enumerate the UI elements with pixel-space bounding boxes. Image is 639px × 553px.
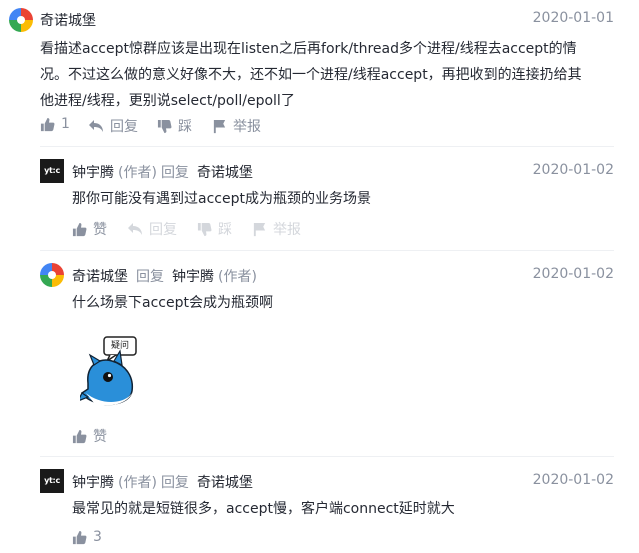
thumbs-up-icon: [72, 530, 87, 545]
flag-icon: [252, 222, 267, 237]
reply-word: 回复: [160, 475, 189, 491]
divider: [40, 146, 614, 147]
sticker-bubble-text: 疑问: [110, 341, 129, 351]
reply-word: 回复: [136, 269, 164, 285]
reply-header: 钟宇腾 (作者) 回复 奇诺城堡: [72, 472, 253, 492]
thumbs-up-icon: [72, 222, 87, 237]
reply-arrow-icon: [88, 119, 104, 133]
thumbs-up-icon: [72, 429, 87, 444]
thumbs-down-icon: [157, 119, 172, 134]
reply-date: 2020-01-02: [532, 472, 614, 488]
comment-author[interactable]: 奇诺城堡: [40, 10, 96, 30]
report-button[interactable]: 举报: [252, 219, 301, 239]
dislike-button[interactable]: 踩: [157, 116, 192, 136]
comment-text: 看描述accept惊群应该是出现在listen之后再fork/thread多个进…: [40, 36, 630, 114]
report-label: 举报: [273, 222, 301, 238]
reply-button[interactable]: 回复: [88, 116, 138, 136]
comment-text-line: 看描述accept惊群应该是出现在listen之后再fork/thread多个进…: [40, 41, 577, 57]
avatar-zhongyuteng[interactable]: yt:c: [40, 159, 64, 183]
like-button[interactable]: 赞: [72, 219, 107, 239]
avatar-qinuo[interactable]: [40, 263, 64, 287]
author-tag: (作者): [118, 475, 157, 491]
reply-target[interactable]: 奇诺城堡: [197, 472, 253, 492]
reply-text: 那你可能没有遇到过accept成为瓶颈的业务场景: [72, 191, 371, 207]
reply-author[interactable]: 钟宇腾: [72, 472, 114, 492]
reply-author[interactable]: 奇诺城堡: [72, 266, 128, 286]
reply-word: 回复: [160, 165, 189, 181]
thumbs-down-icon: [197, 222, 212, 237]
like-button[interactable]: 1: [40, 116, 70, 132]
avatar-qinuo[interactable]: [9, 8, 33, 32]
flag-icon: [212, 119, 227, 134]
reply-text: 什么场景下accept会成为瓶颈啊: [72, 295, 273, 311]
reply-target[interactable]: 奇诺城堡: [197, 162, 253, 182]
dislike-button[interactable]: 踩: [197, 219, 232, 239]
like-count: 3: [93, 529, 102, 545]
author-tag: (作者): [118, 165, 157, 181]
target-tag: (作者): [218, 269, 257, 285]
reply-label: 回复: [110, 119, 138, 135]
like-label: 赞: [93, 429, 107, 445]
like-button[interactable]: 赞: [72, 426, 107, 446]
reply-date: 2020-01-02: [532, 162, 614, 178]
like-count: 1: [61, 116, 70, 132]
reply-author[interactable]: 钟宇腾: [72, 162, 114, 182]
comment-text-line: 况。不过这么做的意义好像不大，还不如一个进程/线程accept，再把收到的连接扔…: [40, 67, 582, 83]
reply-header: 奇诺城堡 回复 钟宇腾 (作者): [72, 266, 257, 286]
thumbs-up-icon: [40, 117, 55, 132]
whale-sticker: 疑问: [76, 335, 142, 411]
comment-text-line: 他进程/线程，更别说select/poll/epoll了: [40, 93, 295, 109]
like-button[interactable]: 3: [72, 529, 102, 545]
reply-header: 钟宇腾 (作者) 回复 奇诺城堡: [72, 162, 253, 182]
dislike-label: 踩: [178, 119, 192, 135]
reply-label: 回复: [149, 222, 177, 238]
divider: [40, 250, 614, 251]
dislike-label: 踩: [218, 222, 232, 238]
report-button[interactable]: 举报: [212, 116, 261, 136]
reply-arrow-icon: [127, 222, 143, 236]
reply-text: 最常见的就是短链很多，accept慢，客户端connect延时就大: [72, 501, 455, 517]
divider: [40, 456, 614, 457]
like-label: 赞: [93, 222, 107, 238]
report-label: 举报: [233, 119, 261, 135]
comment-date: 2020-01-01: [532, 10, 614, 26]
reply-date: 2020-01-02: [532, 266, 614, 282]
reply-target[interactable]: 钟宇腾: [172, 266, 214, 286]
reply-button[interactable]: 回复: [127, 219, 177, 239]
avatar-zhongyuteng[interactable]: yt:c: [40, 469, 64, 493]
